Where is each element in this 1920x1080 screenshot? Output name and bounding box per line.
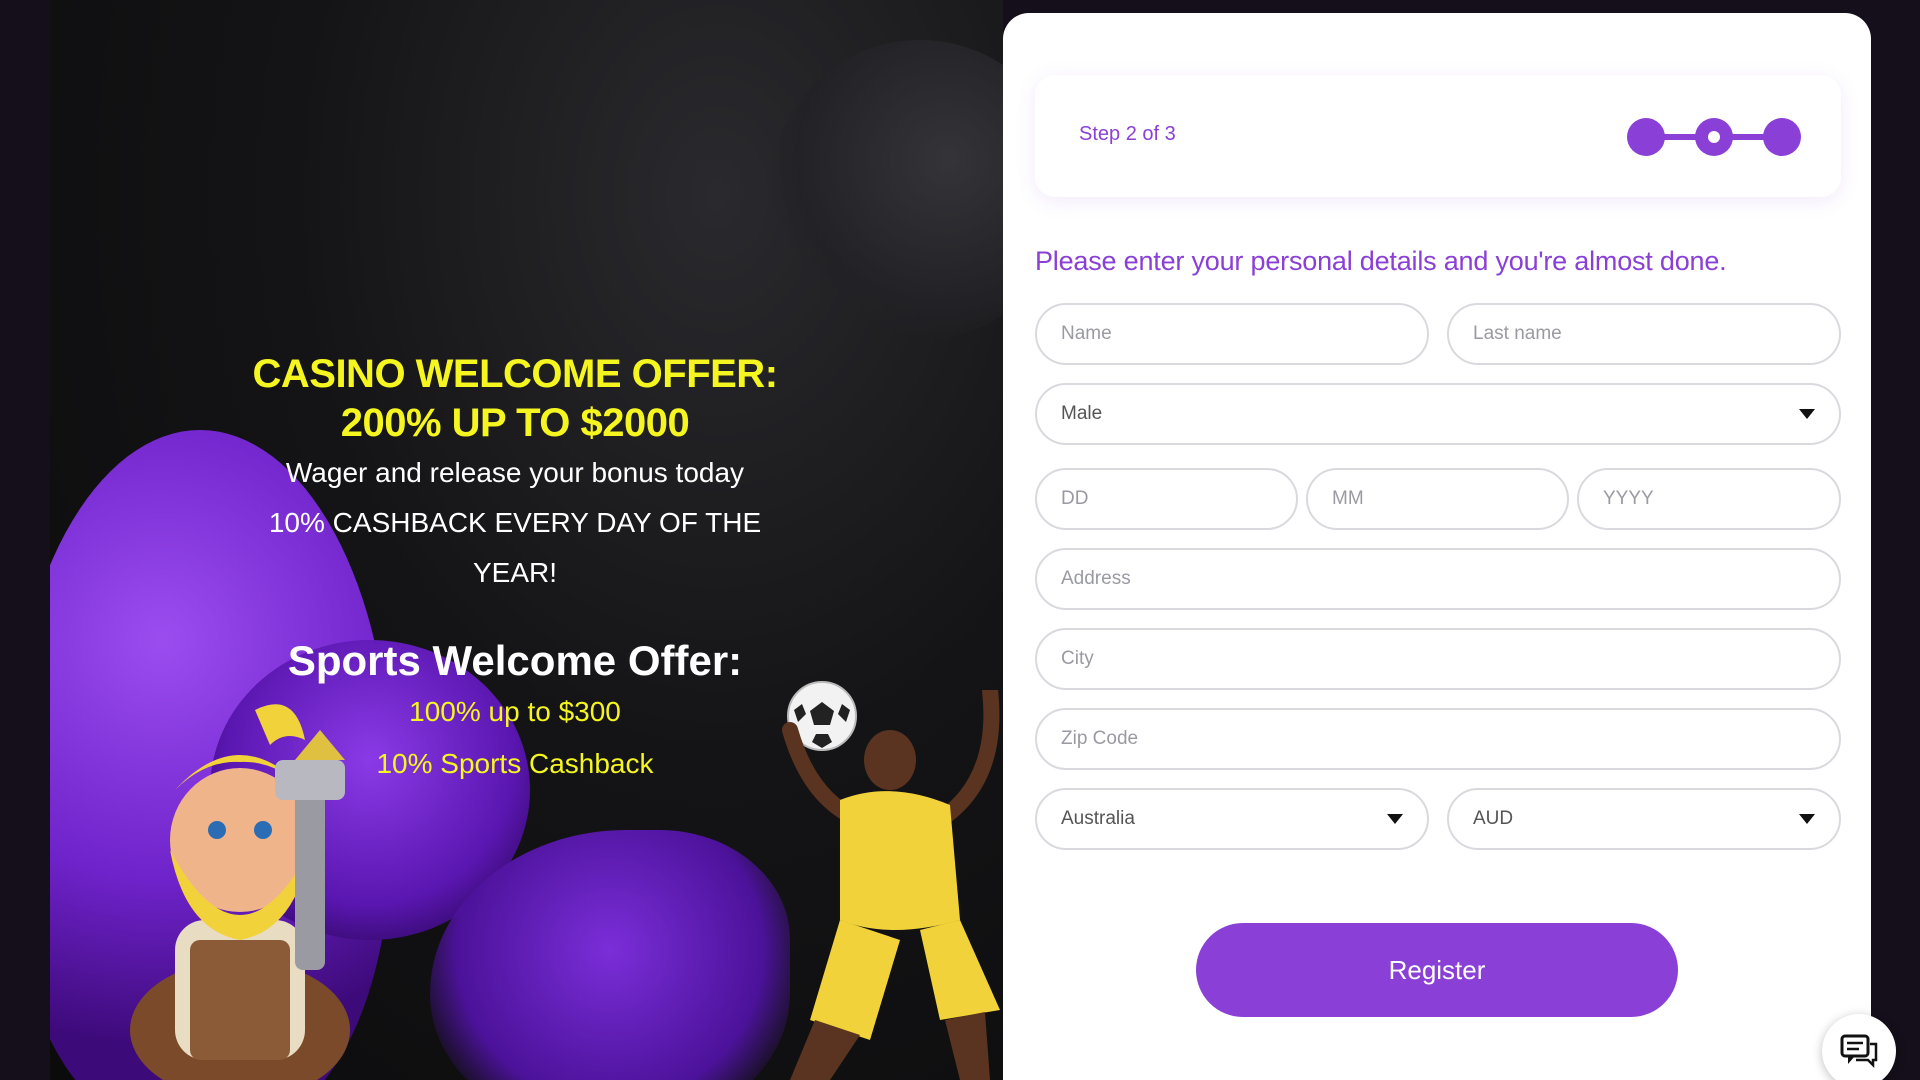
address-input[interactable] bbox=[1035, 548, 1841, 610]
sports-offer-amount: 100% up to $300 bbox=[409, 696, 621, 727]
form-intro-text: Please enter your personal details and y… bbox=[1035, 246, 1727, 276]
last-name-input[interactable] bbox=[1447, 303, 1841, 365]
chevron-down-icon bbox=[1799, 814, 1815, 824]
gender-select-value: Male bbox=[1061, 403, 1103, 424]
wager-text: Wager and release your bonus today bbox=[285, 457, 745, 488]
city-input[interactable] bbox=[1035, 628, 1841, 690]
country-select[interactable]: Australia bbox=[1035, 788, 1429, 850]
step-indicator-card: Step 2 of 3 bbox=[1035, 75, 1841, 197]
promo-text-block: CASINO WELCOME OFFER: 200% UP TO $2000 W… bbox=[250, 350, 780, 790]
sports-cashback-text: 10% Sports Cashback bbox=[376, 748, 654, 779]
cashback-text: 10% CASHBACK EVERY DAY OF THE YEAR! bbox=[268, 507, 762, 588]
register-button[interactable]: Register bbox=[1196, 923, 1678, 1017]
casino-offer-title-line1: CASINO WELCOME OFFER: bbox=[252, 352, 778, 396]
name-input[interactable] bbox=[1035, 303, 1429, 365]
step-3-dot bbox=[1763, 118, 1801, 156]
soccer-player-illustration bbox=[782, 690, 1000, 1080]
zip-code-input[interactable] bbox=[1035, 708, 1841, 770]
progress-stepper bbox=[1627, 117, 1807, 157]
chat-icon bbox=[1840, 1034, 1878, 1068]
step-label: Step 2 of 3 bbox=[1079, 123, 1176, 145]
chat-launcher-button[interactable] bbox=[1822, 1014, 1896, 1080]
birth-day-input[interactable] bbox=[1035, 468, 1298, 530]
casino-offer-title-line2: 200% UP TO $2000 bbox=[340, 401, 690, 445]
chevron-down-icon bbox=[1387, 814, 1403, 824]
chevron-down-icon bbox=[1799, 409, 1815, 419]
gender-select[interactable]: Male bbox=[1035, 383, 1841, 445]
currency-select-value: AUD bbox=[1473, 808, 1514, 829]
country-select-value: Australia bbox=[1061, 808, 1135, 829]
step-2-dot-current bbox=[1695, 118, 1733, 156]
promo-panel: CASINO WELCOME OFFER: 200% UP TO $2000 W… bbox=[50, 0, 1003, 1080]
currency-select[interactable]: AUD bbox=[1447, 788, 1841, 850]
sports-offer-title: Sports Welcome Offer: bbox=[287, 637, 743, 684]
birth-month-input[interactable] bbox=[1306, 468, 1569, 530]
registration-form-panel: Step 2 of 3 Please enter your personal d… bbox=[1003, 13, 1871, 1080]
birth-year-input[interactable] bbox=[1577, 468, 1841, 530]
background-moon bbox=[770, 40, 1003, 340]
step-1-dot bbox=[1627, 118, 1665, 156]
